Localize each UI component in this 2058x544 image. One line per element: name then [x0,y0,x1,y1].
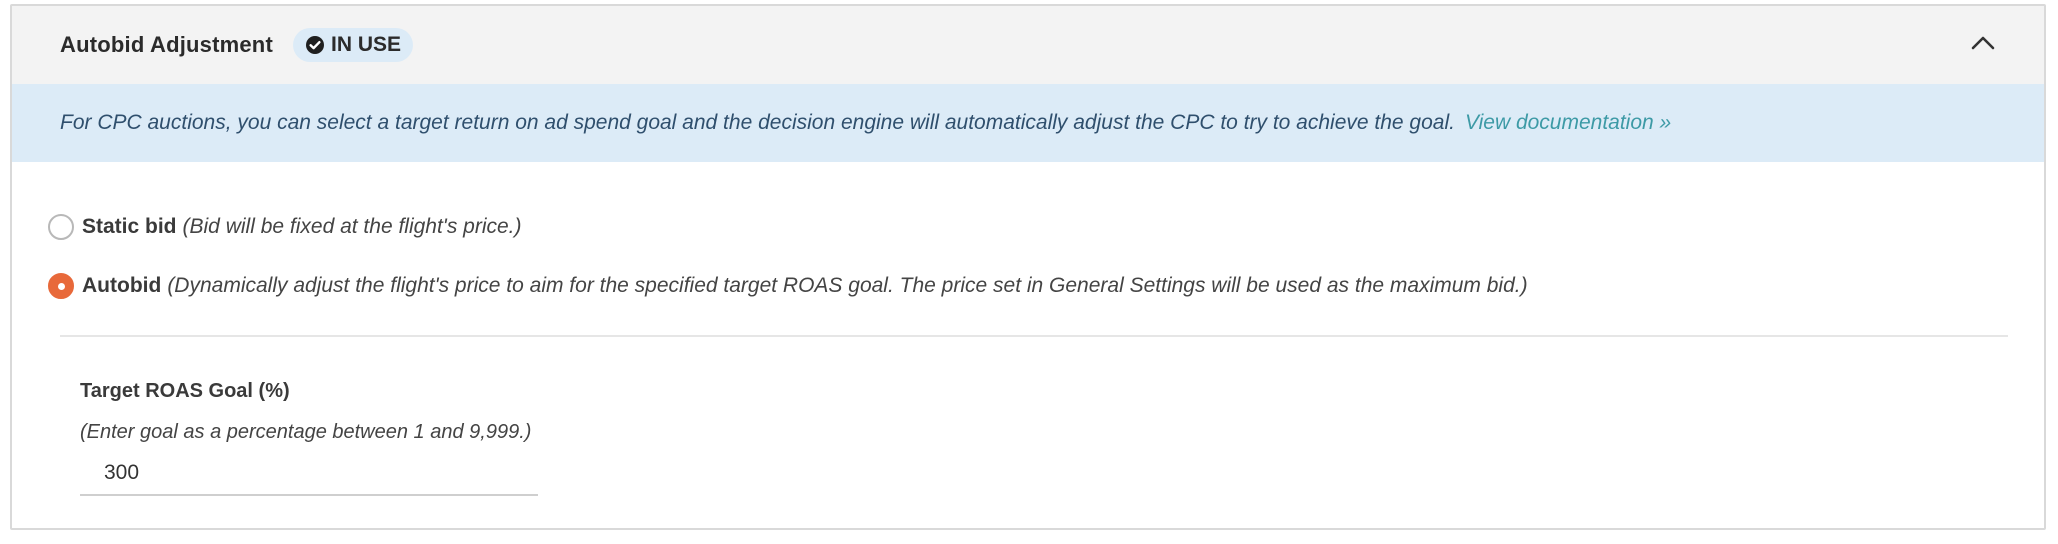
divider [60,335,2008,337]
radio-selected-dot [57,282,65,290]
status-badge-label: IN USE [330,33,401,56]
target-roas-hint: (Enter goal as a percentage between 1 an… [80,421,532,443]
bid-options: Static bid (Bid will be fixed at the fli… [12,162,2044,528]
static-bid-description: (Bid will be fixed at the flight's price… [182,215,522,238]
static-bid-option[interactable]: Static bid (Bid will be fixed at the fli… [48,214,522,240]
autobid-description: (Dynamically adjust the flight's price t… [167,274,1528,297]
status-badge: IN USE [292,28,413,62]
target-roas-label: Target ROAS Goal (%) [80,380,290,402]
autobid-radio[interactable] [48,273,74,299]
view-documentation-link[interactable]: View documentation » [1465,111,1671,135]
chevron-up-icon [1970,35,1996,56]
target-roas-input[interactable] [80,452,538,496]
info-banner: For CPC auctions, you can select a targe… [12,84,2044,162]
panel-header[interactable]: Autobid Adjustment IN USE [12,6,2044,84]
collapse-button[interactable] [1966,28,2000,62]
static-bid-radio[interactable] [48,214,74,240]
check-circle-icon [305,35,325,55]
autobid-label: Autobid [82,274,162,297]
panel-title: Autobid Adjustment [60,32,273,57]
autobid-option[interactable]: Autobid (Dynamically adjust the flight's… [48,273,1528,299]
autobid-adjustment-panel: Autobid Adjustment IN USE For CPC auctio… [10,4,2046,530]
info-text: For CPC auctions, you can select a targe… [60,111,1455,134]
static-bid-label: Static bid [82,215,177,238]
